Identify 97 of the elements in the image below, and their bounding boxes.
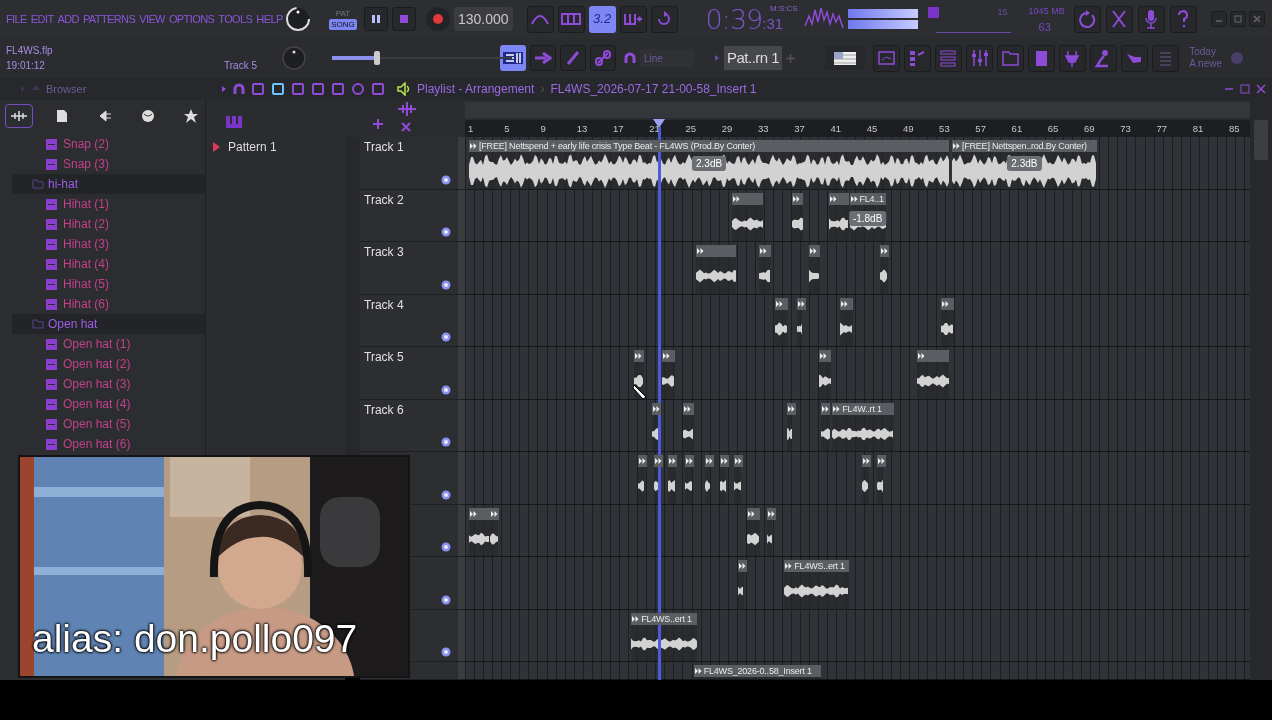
track-header[interactable]: Track 1 [360, 137, 458, 190]
browser-item[interactable]: Hihat (3) [63, 235, 109, 253]
bar-number: 57 [975, 122, 986, 136]
bar-number: 69 [1084, 122, 1095, 136]
clip-title: FL4WS..ert 1 [641, 612, 692, 625]
playlist-title: Playlist - Arrangement [417, 81, 535, 98]
bar-number: 65 [1047, 122, 1059, 136]
track-header[interactable]: Track 4 [360, 294, 458, 347]
menu-item[interactable]: HELP [256, 10, 283, 28]
audio-clip[interactable]: [FREE] Nettspend + early life crisis Type Beat - FL4WS (Prod.By Conter) 2.3dB [469, 140, 950, 189]
bar-number: 25 [685, 122, 696, 136]
clip-title: FL4W..rt 1 [842, 402, 882, 415]
gain-badge: -1.8dB [848, 210, 887, 226]
browser-item[interactable]: Open hat (4) [63, 395, 131, 413]
time-format: M:S:CS [770, 3, 798, 15]
bar-number: 5 [504, 122, 510, 136]
bar-number: 85 [1229, 122, 1240, 136]
audio-clip[interactable]: FL4W..rt 1 [832, 402, 894, 451]
project-elapsed-time: 19:01:12 [6, 59, 45, 73]
browser-item[interactable]: Open hat (6) [63, 435, 131, 453]
browser-item[interactable]: Hihat (1) [63, 195, 109, 213]
menu-item[interactable]: EDIT [30, 10, 54, 28]
browser-item[interactable]: Hihat (6) [63, 295, 109, 313]
bar-number: 77 [1156, 122, 1168, 136]
menu-item[interactable]: OPTIONS [168, 10, 215, 28]
bar-number: 37 [794, 122, 805, 136]
browser-item[interactable]: Open hat (3) [63, 375, 131, 393]
gain-badge: 2.3dB [692, 156, 727, 171]
breadcrumb-separator: › [540, 81, 545, 98]
browser-item[interactable]: Hihat (2) [63, 215, 109, 233]
menu-item[interactable]: VIEW [139, 10, 165, 28]
browser-item[interactable]: Snap (3) [63, 155, 110, 173]
clip-title: [FREE] Nettspen..rod.By Conter) [961, 140, 1087, 152]
browser-item[interactable]: Hihat (4) [63, 255, 109, 273]
news-text[interactable]: A newe [1189, 58, 1222, 70]
bar-number: 53 [939, 122, 950, 136]
track-header[interactable]: Track 6 [360, 399, 458, 452]
pattern-selector[interactable]: Pat..rn 1 [724, 46, 783, 70]
track-header[interactable]: Track 3 [360, 242, 458, 295]
bar-number: 61 [1011, 122, 1023, 136]
bar-number: 9 [540, 122, 546, 136]
song-time: 0:39 [705, 5, 763, 35]
bar-number: 13 [576, 122, 588, 136]
bar-number: 45 [866, 122, 878, 136]
browser-item[interactable]: Open hat (1) [63, 335, 131, 353]
audio-clip[interactable]: FL4WS..ert 1 [784, 560, 849, 609]
browser-item[interactable]: Open hat (2) [63, 355, 131, 373]
track-name[interactable]: Track 5 [364, 348, 404, 366]
audio-clip[interactable]: FL4WS..ert 1 [631, 612, 698, 661]
bar-number: 33 [757, 122, 769, 136]
audio-clip[interactable]: FL4..1 -1.8dB [849, 192, 886, 241]
polyphony-reading: 63 [1038, 20, 1051, 35]
browser-folder[interactable]: hi-hat [12, 174, 205, 194]
menu-item[interactable]: FILE [6, 10, 27, 28]
gain-badge: 2.3dB [1007, 156, 1042, 171]
clip-title: FL4WS_2026-0..58_Insert 1 [703, 665, 812, 677]
browser-folder[interactable]: Open hat [12, 314, 205, 334]
browser-item[interactable]: Open hat (5) [63, 415, 131, 433]
project-file-name: FL4WS.flp [6, 44, 53, 58]
bar-number: 17 [612, 122, 624, 136]
bar-number: 21 [649, 122, 660, 136]
clip-title: FL4..1 [859, 192, 884, 205]
memory-reading: 1045 MB [1028, 5, 1065, 18]
track-header[interactable]: Track 5 [360, 347, 458, 400]
clip-title: FL4WS..ert 1 [794, 560, 845, 572]
track-header[interactable]: Track 2 [360, 189, 458, 242]
clip-title: [FREE] Nettspend + early life crisis Type Beat - FL4WS (Prod.By Conter) [479, 140, 755, 152]
bar-number: 29 [721, 122, 733, 136]
tempo-field[interactable]: 130.000 [454, 7, 513, 31]
snap-dropdown[interactable]: Line [640, 49, 694, 67]
hint-text: Track 5 [224, 59, 257, 73]
browser-title: Browser [46, 81, 87, 97]
track-name[interactable]: Track 6 [364, 400, 404, 419]
bar-number: 81 [1192, 122, 1204, 136]
bar-number: 73 [1120, 122, 1131, 136]
menu-item[interactable]: ADD [57, 10, 79, 28]
track-name[interactable]: Track 4 [364, 295, 404, 314]
bar-number: 49 [902, 122, 914, 136]
bar-number: 1 [468, 122, 474, 136]
mode-toggle[interactable]: PAT [333, 8, 353, 19]
song-time-centis: :31 [762, 14, 784, 34]
track-name[interactable]: Track 3 [364, 243, 404, 261]
audio-clip[interactable]: FL4WS_2026-0..58_Insert 1 [693, 665, 821, 679]
pattern-item[interactable]: Pattern 1 [228, 138, 277, 156]
track-name[interactable]: Track 2 [364, 190, 404, 209]
browser-item[interactable]: Hihat (5) [63, 275, 109, 293]
menu-item[interactable]: TOOLS [218, 10, 253, 28]
audio-clip[interactable]: [FREE] Nettspen..rod.By Conter) 2.3dB [951, 140, 1097, 189]
browser-item[interactable]: Snap (2) [63, 135, 110, 153]
bar-number: 41 [830, 122, 841, 136]
tool-button[interactable]: 3.2 [588, 5, 616, 33]
menu-item[interactable]: PATTERNS [82, 10, 136, 28]
news-title[interactable]: Today [1189, 46, 1222, 58]
track-name[interactable]: Track 1 [364, 138, 404, 156]
mode-toggle[interactable]: SONG [329, 19, 357, 30]
arrangement-name[interactable]: FL4WS_2026-07-17 21-00-58_Insert 1 [550, 80, 757, 98]
cpu-reading: 15 [997, 6, 1008, 19]
